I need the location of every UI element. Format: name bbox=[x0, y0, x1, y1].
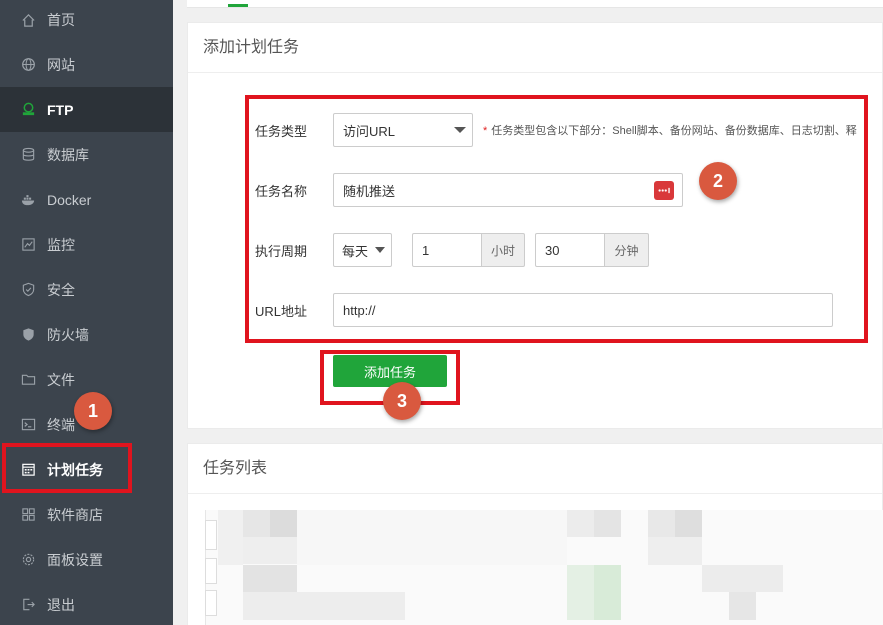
sidebar-item-label: 软件商店 bbox=[47, 506, 103, 523]
status-cell bbox=[594, 565, 621, 620]
sidebar-item-label: 网站 bbox=[47, 56, 75, 73]
table-row bbox=[594, 510, 621, 537]
gear-icon bbox=[20, 552, 36, 568]
sidebar-item-database[interactable]: 数据库 bbox=[0, 132, 173, 177]
task-list-title: 任务列表 bbox=[188, 444, 882, 494]
sidebar-item-label: 面板设置 bbox=[47, 551, 103, 568]
step-badge-3: 3 bbox=[383, 382, 421, 420]
monitor-icon bbox=[20, 237, 36, 253]
table-row bbox=[270, 510, 297, 537]
docker-icon bbox=[20, 192, 36, 208]
row-checkbox[interactable] bbox=[205, 590, 217, 616]
home-icon bbox=[20, 12, 36, 28]
sidebar-item-monitor[interactable]: 监控 bbox=[0, 222, 173, 267]
sidebar: 首页 网站 FTP 数据库 Docker 监控 安全 防火墙 文件 终端 计划任… bbox=[0, 0, 173, 625]
table-row bbox=[648, 537, 702, 565]
folder-icon bbox=[20, 372, 36, 388]
table-row bbox=[243, 537, 297, 564]
table-row bbox=[702, 565, 783, 592]
table-row bbox=[243, 592, 405, 620]
top-tab-strip bbox=[187, 0, 883, 8]
table-row bbox=[729, 592, 756, 620]
globe-icon bbox=[20, 57, 36, 73]
panel-title: 添加计划任务 bbox=[188, 23, 882, 73]
highlight-sidebar-box bbox=[2, 443, 132, 493]
sidebar-item-website[interactable]: 网站 bbox=[0, 42, 173, 87]
sidebar-item-label: 防火墙 bbox=[47, 326, 89, 343]
firewall-icon bbox=[20, 327, 36, 343]
step-badge-1: 1 bbox=[74, 392, 112, 430]
active-tab-indicator bbox=[228, 4, 248, 7]
sidebar-item-ftp[interactable]: FTP bbox=[0, 87, 173, 132]
sidebar-item-settings[interactable]: 面板设置 bbox=[0, 537, 173, 582]
sidebar-item-label: 数据库 bbox=[47, 146, 89, 163]
ftp-icon bbox=[20, 102, 36, 118]
table-row bbox=[567, 510, 594, 537]
sidebar-item-label: Docker bbox=[47, 191, 92, 208]
shield-icon bbox=[20, 282, 36, 298]
sidebar-item-logout[interactable]: 退出 bbox=[0, 582, 173, 625]
sidebar-item-home[interactable]: 首页 bbox=[0, 0, 173, 40]
logout-icon bbox=[20, 597, 36, 613]
table-row bbox=[675, 510, 702, 537]
sidebar-item-docker[interactable]: Docker bbox=[0, 177, 173, 222]
table-row bbox=[297, 510, 567, 565]
table-row bbox=[243, 565, 297, 592]
sidebar-item-store[interactable]: 软件商店 bbox=[0, 492, 173, 537]
table-row bbox=[218, 510, 243, 565]
row-checkbox[interactable] bbox=[205, 520, 217, 550]
apps-icon bbox=[20, 507, 36, 523]
highlight-form-box bbox=[245, 95, 868, 343]
terminal-icon bbox=[20, 417, 36, 433]
table-row bbox=[243, 510, 270, 537]
sidebar-item-label: 安全 bbox=[47, 281, 75, 298]
database-icon bbox=[20, 147, 36, 163]
step-badge-2: 2 bbox=[699, 162, 737, 200]
table-row bbox=[648, 510, 675, 537]
sidebar-item-label: 首页 bbox=[47, 12, 75, 28]
sidebar-item-label: 监控 bbox=[47, 236, 75, 253]
sidebar-item-security[interactable]: 安全 bbox=[0, 267, 173, 312]
sidebar-item-firewall[interactable]: 防火墙 bbox=[0, 312, 173, 357]
sidebar-item-label: 退出 bbox=[47, 596, 75, 613]
sidebar-item-label: 终端 bbox=[47, 416, 75, 433]
sidebar-item-label: 文件 bbox=[47, 371, 75, 388]
sidebar-item-label: FTP bbox=[47, 101, 74, 118]
row-checkbox[interactable] bbox=[205, 558, 217, 584]
